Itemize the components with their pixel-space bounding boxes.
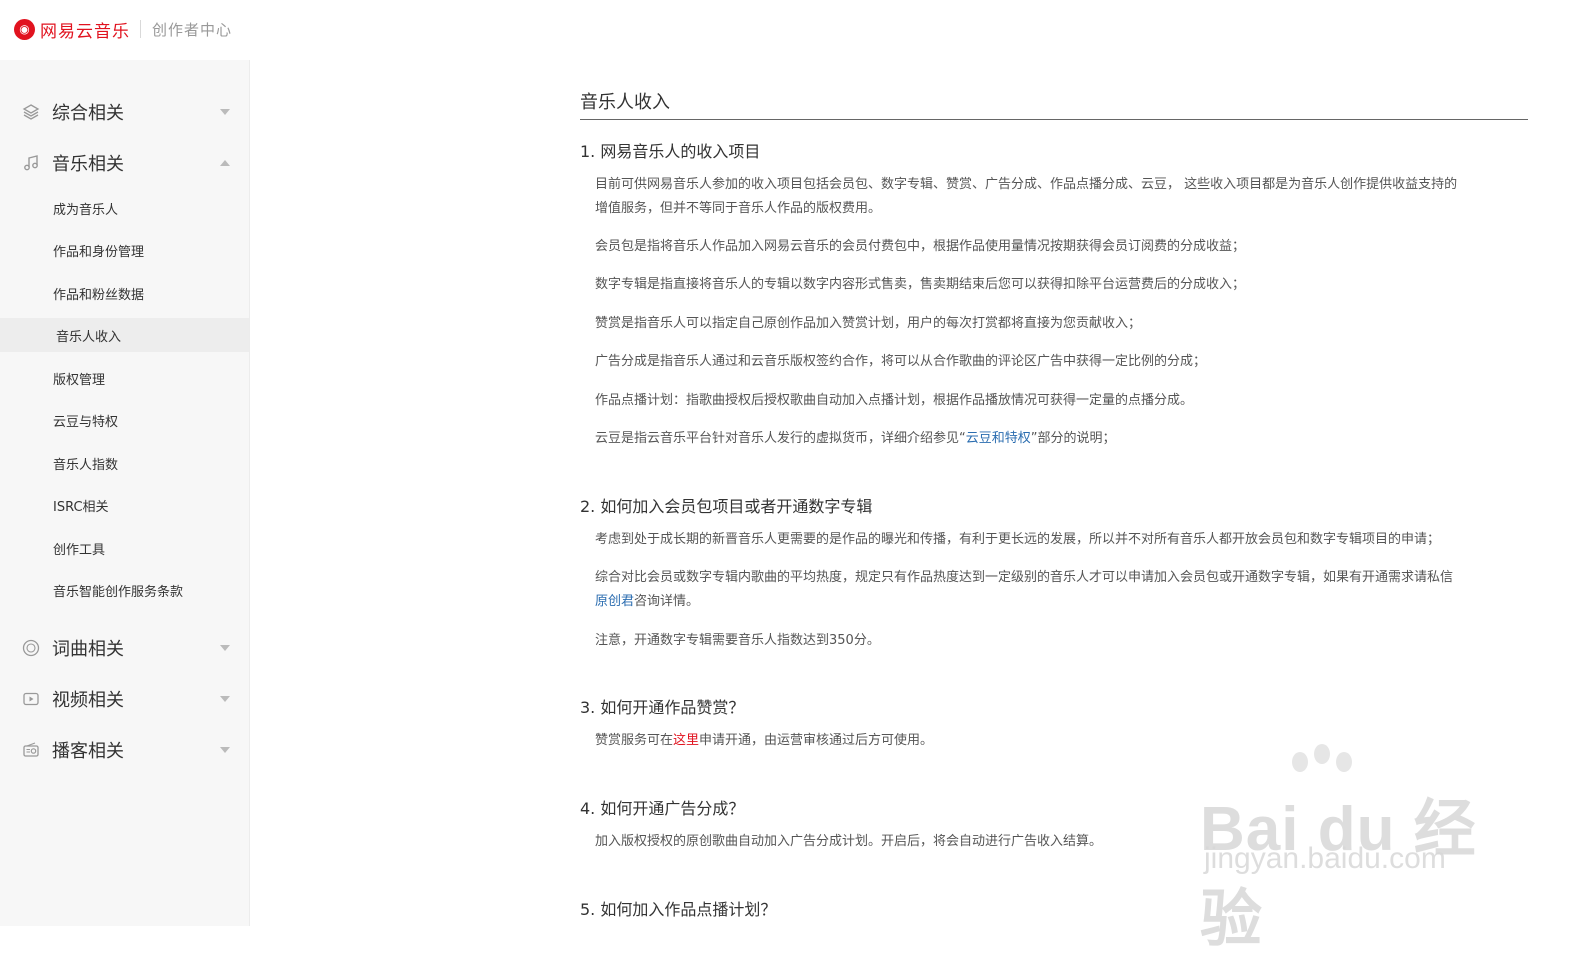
sidebar-item-isrc[interactable]: ISRC相关 xyxy=(0,488,249,522)
brand-name: 网易云音乐 xyxy=(40,21,130,42)
yuanchuangjun-link[interactable]: 原创君 xyxy=(595,594,634,609)
sidebar-group-music[interactable]: 音乐相关 xyxy=(0,143,249,183)
sidebar-item-works-fans-data[interactable]: 作品和粉丝数据 xyxy=(0,276,249,310)
sidebar-item-label: 版权管理 xyxy=(53,372,106,388)
top-header: ◉ 网易云音乐 创作者中心 xyxy=(0,0,1589,58)
sidebar-item-label: 成为音乐人 xyxy=(53,202,119,218)
sidebar-group-general[interactable]: 综合相关 xyxy=(0,92,249,132)
sidebar: 综合相关 音乐相关 成为音乐人 作品和身份管理 作品和粉丝数据 音乐人收入 版权… xyxy=(0,60,250,926)
paragraph-text: 咨询详情。 xyxy=(634,594,700,609)
sidebar-group-lyrics[interactable]: 词曲相关 xyxy=(0,628,249,668)
sidebar-item-label: 创作工具 xyxy=(53,542,106,558)
sidebar-group-podcast[interactable]: 播客相关 xyxy=(0,730,249,770)
sidebar-item-label: ISRC相关 xyxy=(53,499,109,515)
sidebar-item-become-musician[interactable]: 成为音乐人 xyxy=(0,191,249,225)
radio-icon xyxy=(22,741,40,759)
brand-logo[interactable]: ◉ 网易云音乐 xyxy=(14,17,130,42)
header-divider xyxy=(140,20,141,38)
paragraph: 会员包是指将音乐人作品加入网易云音乐的会员付费包中，根据作品使用量情况按期获得会… xyxy=(595,239,1246,254)
sidebar-item-tools[interactable]: 创作工具 xyxy=(0,531,249,565)
section-heading: 2. 如何加入会员包项目或者开通数字专辑 xyxy=(580,497,873,516)
lyrics-icon xyxy=(22,639,40,657)
paragraph: 作品点播计划：指歌曲授权后授权歌曲自动加入点播计划，根据作品播放情况可获得一定量… xyxy=(595,393,1194,408)
chevron-down-icon xyxy=(220,696,230,702)
sidebar-item-copyright[interactable]: 版权管理 xyxy=(0,361,249,395)
sidebar-group-label: 视频相关 xyxy=(52,690,124,711)
paragraph: 数字专辑是指直接将音乐人的专辑以数字内容形式售卖，售卖期结束后您可以获得扣除平台… xyxy=(595,277,1246,292)
paw-icon xyxy=(1292,752,1308,772)
sidebar-item-label: 音乐智能创作服务条款 xyxy=(53,584,184,600)
chevron-up-icon xyxy=(220,160,230,166)
sidebar-item-label: 音乐人指数 xyxy=(53,457,119,473)
header-subtitle[interactable]: 创作者中心 xyxy=(152,19,232,40)
title-divider xyxy=(580,119,1528,120)
watermark-main-text: Bai du 经验 xyxy=(1200,795,1477,954)
paragraph-text: 申请开通，由运营审核通过后方可使用。 xyxy=(699,733,934,748)
paragraph: 考虑到处于成长期的新晋音乐人更需要的是作品的曝光和传播，有利于更长远的发展，所以… xyxy=(595,532,1441,547)
paragraph: 注意，开通数字专辑需要音乐人指数达到350分。 xyxy=(595,633,880,648)
sidebar-item-musician-index[interactable]: 音乐人指数 xyxy=(0,446,249,480)
chevron-down-icon xyxy=(220,747,230,753)
page-title: 音乐人收入 xyxy=(580,92,670,113)
netease-music-logo-icon: ◉ xyxy=(14,18,35,40)
yundou-link[interactable]: 云豆和特权 xyxy=(966,431,1031,446)
chevron-down-icon xyxy=(220,109,230,115)
video-icon xyxy=(22,690,40,708)
paragraph: 广告分成是指音乐人通过和云音乐版权签约合作，将可以从合作歌曲的评论区广告中获得一… xyxy=(595,354,1207,369)
sidebar-group-label: 词曲相关 xyxy=(52,639,124,660)
paragraph-text: 云豆是指云音乐平台针对音乐人发行的虚拟货币，详细介绍参见“ xyxy=(595,431,966,446)
sidebar-group-video[interactable]: 视频相关 xyxy=(0,679,249,719)
paragraph: 综合对比会员或数字专辑内歌曲的平均热度，规定只有作品热度达到一定级别的音乐人才可… xyxy=(595,566,1515,614)
sidebar-item-label: 作品和粉丝数据 xyxy=(53,287,145,303)
sidebar-item-ai-terms[interactable]: 音乐智能创作服务条款 xyxy=(0,573,249,607)
sidebar-item-label: 作品和身份管理 xyxy=(53,244,145,260)
paragraph: 云豆是指云音乐平台针对音乐人发行的虚拟货币，详细介绍参见“云豆和特权”部分的说明… xyxy=(595,427,1515,451)
sidebar-item-yundou[interactable]: 云豆与特权 xyxy=(0,403,249,437)
sidebar-group-label: 音乐相关 xyxy=(52,154,124,175)
sidebar-group-label: 播客相关 xyxy=(52,741,124,762)
section-heading: 1. 网易音乐人的收入项目 xyxy=(580,142,761,161)
paragraph: 目前可供网易音乐人参加的收入项目包括会员包、数字专辑、赞赏、广告分成、作品点播分… xyxy=(595,173,1515,221)
paragraph-line: 目前可供网易音乐人参加的收入项目包括会员包、数字专辑、赞赏、广告分成、作品点播分… xyxy=(595,177,1458,192)
sidebar-item-musician-income[interactable]: 音乐人收入 xyxy=(0,318,249,352)
sidebar-item-label: 音乐人收入 xyxy=(56,329,122,345)
apply-here-link[interactable]: 这里 xyxy=(673,733,699,748)
section-heading: 4. 如何开通广告分成？ xyxy=(580,799,745,818)
section-heading: 5. 如何加入作品点播计划？ xyxy=(580,900,777,919)
paragraph: 赞赏是指音乐人可以指定自己原创作品加入赞赏计划，用户的每次打赏都将直接为您贡献收… xyxy=(595,316,1142,331)
chevron-down-icon xyxy=(220,645,230,651)
paragraph-text: ”部分的说明； xyxy=(1030,431,1116,446)
layers-icon xyxy=(22,103,40,121)
sidebar-item-label: 云豆与特权 xyxy=(53,414,119,430)
music-note-icon xyxy=(22,154,40,172)
paragraph: 加入版权授权的原创歌曲自动加入广告分成计划。开启后，将会自动进行广告收入结算。 xyxy=(595,834,1103,849)
paragraph-line: 增值服务，但并不等同于音乐人作品的版权费用。 xyxy=(595,201,882,216)
section-heading: 3. 如何开通作品赞赏？ xyxy=(580,698,745,717)
paragraph: 赞赏服务可在这里申请开通，由运营审核通过后方可使用。 xyxy=(595,729,1515,753)
paw-icon xyxy=(1336,752,1352,772)
sidebar-item-works-identity[interactable]: 作品和身份管理 xyxy=(0,233,249,267)
paragraph-text: 综合对比会员或数字专辑内歌曲的平均热度，规定只有作品热度达到一定级别的音乐人才可… xyxy=(595,570,1454,585)
baidu-jingyan-watermark: Bai du 经验 jingyan.baidu.com xyxy=(1200,742,1500,954)
sidebar-group-label: 综合相关 xyxy=(52,103,124,124)
paragraph-text: 赞赏服务可在 xyxy=(595,733,674,748)
